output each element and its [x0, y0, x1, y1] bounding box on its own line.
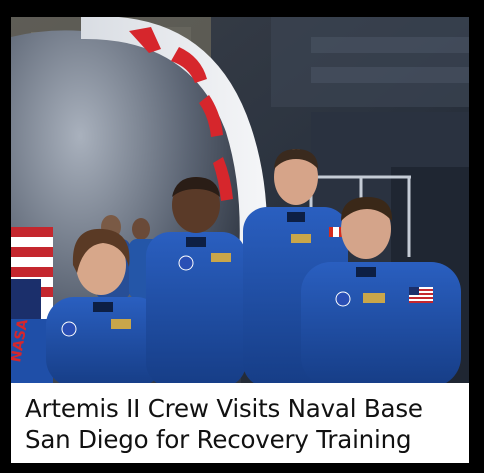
news-card[interactable]: NASA Artemis II Crew Visits Naval Base S…: [0, 0, 484, 473]
crew-photo[interactable]: NASA: [11, 17, 469, 383]
caption-box[interactable]: Artemis II Crew Visits Naval Base San Di…: [11, 383, 469, 463]
article-headline[interactable]: Artemis II Crew Visits Naval Base San Di…: [25, 393, 455, 455]
headline-line-1[interactable]: Artemis II Crew Visits Naval Base: [25, 393, 455, 424]
headline-line-2[interactable]: San Diego for Recovery Training: [25, 424, 455, 455]
